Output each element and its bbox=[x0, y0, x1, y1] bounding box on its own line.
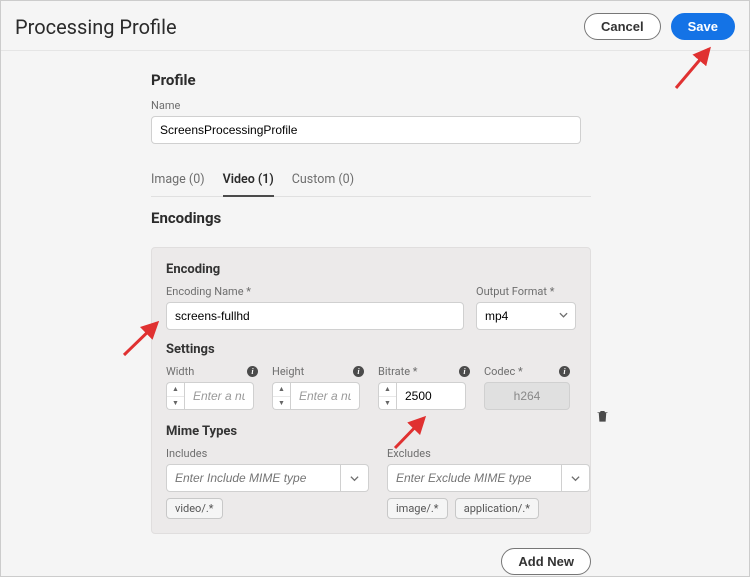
excludes-label: Excludes bbox=[387, 447, 590, 460]
stepper-down-icon[interactable]: ▼ bbox=[273, 397, 290, 410]
exclude-mime-input[interactable] bbox=[387, 464, 562, 492]
bitrate-stepper[interactable]: ▲▼ bbox=[378, 382, 470, 410]
info-icon: i bbox=[559, 366, 570, 377]
name-label: Name bbox=[151, 99, 741, 112]
mime-tag[interactable]: image/.* bbox=[387, 498, 448, 519]
includes-label: Includes bbox=[166, 447, 369, 460]
profile-name-input[interactable] bbox=[151, 116, 581, 144]
include-mime-dropdown[interactable] bbox=[341, 464, 369, 492]
codec-input bbox=[484, 382, 570, 410]
page-title: Processing Profile bbox=[15, 15, 177, 39]
delete-encoding-button[interactable] bbox=[595, 408, 610, 428]
stepper-up-icon[interactable]: ▲ bbox=[167, 383, 184, 397]
tab-image[interactable]: Image (0) bbox=[151, 166, 205, 197]
encodings-title: Encodings bbox=[151, 209, 741, 227]
exclude-mime-dropdown[interactable] bbox=[562, 464, 590, 492]
height-stepper[interactable]: ▲▼ bbox=[272, 382, 364, 410]
add-new-button[interactable]: Add New bbox=[501, 548, 591, 575]
encoding-panel: Encoding Encoding Name * Output Format * bbox=[151, 247, 591, 534]
encoding-name-label: Encoding Name * bbox=[166, 285, 464, 298]
mime-heading: Mime Types bbox=[166, 424, 576, 439]
include-mime-input[interactable] bbox=[166, 464, 341, 492]
stepper-down-icon[interactable]: ▼ bbox=[167, 397, 184, 410]
mime-tag[interactable]: application/.* bbox=[455, 498, 539, 519]
encoding-heading: Encoding bbox=[166, 262, 576, 277]
width-input[interactable] bbox=[184, 382, 254, 410]
tab-video[interactable]: Video (1) bbox=[223, 166, 274, 197]
output-format-label: Output Format * bbox=[476, 285, 576, 298]
mime-tag[interactable]: video/.* bbox=[166, 498, 223, 519]
bitrate-label: Bitrate * bbox=[378, 365, 418, 378]
width-stepper[interactable]: ▲▼ bbox=[166, 382, 258, 410]
codec-label: Codec * bbox=[484, 365, 523, 378]
bitrate-input[interactable] bbox=[396, 382, 466, 410]
save-button[interactable]: Save bbox=[671, 13, 735, 40]
tab-custom[interactable]: Custom (0) bbox=[292, 166, 354, 197]
output-format-select[interactable] bbox=[476, 302, 576, 330]
info-icon: i bbox=[247, 366, 258, 377]
cancel-button[interactable]: Cancel bbox=[584, 13, 661, 40]
height-label: Height bbox=[272, 365, 304, 378]
stepper-up-icon[interactable]: ▲ bbox=[379, 383, 396, 397]
width-label: Width bbox=[166, 365, 194, 378]
encoding-name-input[interactable] bbox=[166, 302, 464, 330]
info-icon: i bbox=[353, 366, 364, 377]
info-icon: i bbox=[459, 366, 470, 377]
stepper-up-icon[interactable]: ▲ bbox=[273, 383, 290, 397]
stepper-down-icon[interactable]: ▼ bbox=[379, 397, 396, 410]
height-input[interactable] bbox=[290, 382, 360, 410]
settings-heading: Settings bbox=[166, 342, 576, 357]
profile-section-title: Profile bbox=[151, 71, 741, 89]
